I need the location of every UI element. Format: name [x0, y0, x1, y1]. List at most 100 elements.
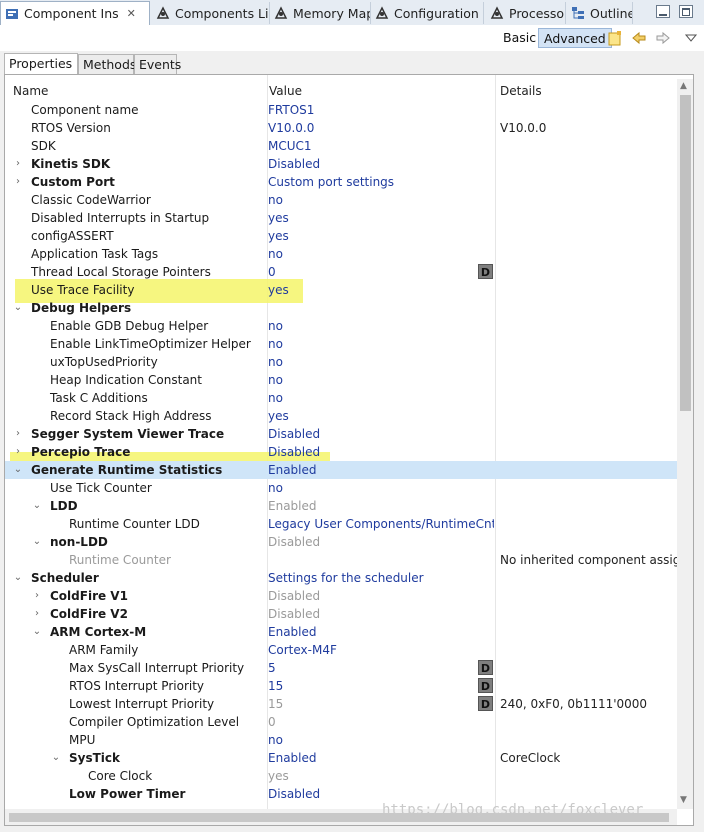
property-value[interactable]: MCUC1 — [268, 139, 312, 153]
property-value[interactable]: Enabled — [268, 625, 317, 639]
table-row[interactable]: ⌄ SysTick Enabled CoreClock — [5, 749, 677, 767]
vertical-scrollbar[interactable]: ▲ ▼ — [677, 79, 693, 809]
chevron-right-icon[interactable]: › — [13, 158, 23, 170]
table-row[interactable]: › ColdFire V1 Disabled — [5, 587, 677, 605]
column-header-details[interactable]: Details — [500, 84, 542, 98]
table-row[interactable]: SDK MCUC1 — [5, 137, 677, 155]
property-value[interactable]: Disabled — [268, 535, 320, 549]
table-row[interactable]: ⌄ ARM Cortex-M Enabled — [5, 623, 677, 641]
property-value[interactable]: no — [268, 319, 283, 333]
default-value-button[interactable]: D — [478, 660, 493, 675]
chevron-down-icon[interactable]: ⌄ — [32, 536, 42, 548]
property-value[interactable]: no — [268, 733, 283, 747]
table-row[interactable]: Runtime Counter No inherited component as… — [5, 551, 677, 569]
property-value[interactable]: Enabled — [268, 751, 317, 765]
column-header-value[interactable]: Value — [269, 84, 302, 98]
property-value[interactable]: Custom port settings — [268, 175, 394, 189]
table-row[interactable]: ⌄ LDD Enabled — [5, 497, 677, 515]
table-row[interactable]: RTOS Version V10.0.0 V10.0.0 — [5, 119, 677, 137]
table-row[interactable]: Component name FRTOS1 — [5, 101, 677, 119]
chevron-down-icon[interactable]: ⌄ — [13, 572, 23, 584]
chevron-down-icon[interactable]: ⌄ — [51, 752, 61, 764]
property-value[interactable]: yes — [268, 409, 289, 423]
table-row[interactable]: › Custom Port Custom port settings — [5, 173, 677, 191]
property-value[interactable]: no — [268, 247, 283, 261]
basic-view-button[interactable]: Basic — [498, 28, 541, 48]
table-row[interactable]: Lowest Interrupt Priority 15 D 240, 0xF0, 0… — [5, 695, 677, 713]
property-value[interactable]: yes — [268, 769, 289, 783]
property-value[interactable]: FRTOS1 — [268, 103, 314, 117]
table-row[interactable]: RTOS Interrupt Priority 15 D — [5, 677, 677, 695]
property-value[interactable]: Enabled — [268, 463, 317, 477]
column-header-name[interactable]: Name — [13, 84, 48, 98]
table-row[interactable]: Use Trace Facility yes — [5, 281, 677, 299]
tab-configuration-registers[interactable]: Configuration R — [371, 2, 484, 24]
table-row[interactable]: Low Power Timer Disabled — [5, 785, 677, 803]
table-row[interactable]: Runtime Counter LDD Legacy User Component… — [5, 515, 677, 533]
table-row[interactable]: Application Task Tags no — [5, 245, 677, 263]
chevron-right-icon[interactable]: › — [13, 428, 23, 440]
table-row[interactable]: Record Stack High Address yes — [5, 407, 677, 425]
property-value[interactable]: 15 — [268, 697, 283, 711]
maximize-button[interactable] — [679, 5, 693, 18]
property-value[interactable]: yes — [268, 229, 289, 243]
tab-components-library[interactable]: Components Lib — [152, 2, 270, 24]
table-row[interactable]: ARM Family Cortex-M4F — [5, 641, 677, 659]
chevron-down-icon[interactable]: ⌄ — [13, 302, 23, 314]
table-row[interactable]: Thread Local Storage Pointers 0 D — [5, 263, 677, 281]
table-row[interactable]: ⌄ Debug Helpers — [5, 299, 677, 317]
property-value[interactable]: no — [268, 373, 283, 387]
property-value[interactable]: 0 — [268, 715, 276, 729]
property-value[interactable]: Legacy User Components/RuntimeCntrLDD — [268, 517, 494, 531]
tab-outline[interactable]: Outline — [567, 2, 633, 24]
property-value[interactable]: no — [268, 337, 283, 351]
table-row[interactable]: Enable LinkTimeOptimizer Helper no — [5, 335, 677, 353]
vertical-scroll-thumb[interactable] — [680, 95, 691, 411]
table-row[interactable]: › Percepio Trace Disabled — [5, 443, 677, 461]
tab-memory-map[interactable]: Memory Map — [270, 2, 371, 24]
table-row[interactable]: uxTopUsedPriority no — [5, 353, 677, 371]
property-value[interactable]: no — [268, 481, 283, 495]
tab-properties[interactable]: Properties — [4, 53, 78, 75]
table-row[interactable]: Core Clock yes — [5, 767, 677, 785]
table-row[interactable]: Max SysCall Interrupt Priority 5 D — [5, 659, 677, 677]
table-row[interactable]: Disabled Interrupts in Startup yes — [5, 209, 677, 227]
table-row[interactable]: Heap Indication Constant no — [5, 371, 677, 389]
table-row[interactable]: ⌄ non-LDD Disabled — [5, 533, 677, 551]
chevron-down-icon[interactable]: ⌄ — [32, 500, 42, 512]
default-value-button[interactable]: D — [478, 264, 493, 279]
forward-arrow-icon[interactable] — [654, 29, 672, 47]
property-value[interactable]: Settings for the scheduler — [268, 571, 424, 585]
tab-processor[interactable]: Processor — [486, 2, 566, 24]
table-row[interactable]: MPU no — [5, 731, 677, 749]
table-row[interactable]: › ColdFire V2 Disabled — [5, 605, 677, 623]
table-row[interactable]: Use Tick Counter no — [5, 479, 677, 497]
close-icon[interactable]: ✕ — [127, 7, 136, 20]
table-row[interactable]: Compiler Optimization Level 0 — [5, 713, 677, 731]
property-value[interactable]: 5 — [268, 661, 276, 675]
back-arrow-icon[interactable] — [630, 29, 648, 47]
property-value[interactable]: Disabled — [268, 445, 320, 459]
property-value[interactable]: 15 — [268, 679, 283, 693]
property-value[interactable]: no — [268, 355, 283, 369]
table-row[interactable]: Task C Additions no — [5, 389, 677, 407]
chevron-right-icon[interactable]: › — [13, 446, 23, 458]
table-row[interactable]: Enable GDB Debug Helper no — [5, 317, 677, 335]
property-value[interactable]: 0 — [268, 265, 276, 279]
property-value[interactable]: yes — [268, 283, 289, 297]
property-value[interactable]: yes — [268, 211, 289, 225]
table-row[interactable]: Classic CodeWarrior no — [5, 191, 677, 209]
property-value[interactable]: Disabled — [268, 157, 320, 171]
chevron-down-icon[interactable]: ⌄ — [13, 464, 23, 476]
property-value[interactable]: V10.0.0 — [268, 121, 314, 135]
help-icon[interactable] — [606, 29, 624, 47]
property-value[interactable]: no — [268, 391, 283, 405]
advanced-view-button[interactable]: Advanced — [538, 28, 612, 48]
chevron-right-icon[interactable]: › — [32, 590, 42, 602]
default-value-button[interactable]: D — [478, 696, 493, 711]
chevron-right-icon[interactable]: › — [32, 608, 42, 620]
tab-component-inspector[interactable]: Component Ins ✕ — [0, 1, 150, 25]
property-value[interactable]: Disabled — [268, 427, 320, 441]
property-value[interactable]: Enabled — [268, 499, 317, 513]
property-value[interactable]: Disabled — [268, 607, 320, 621]
